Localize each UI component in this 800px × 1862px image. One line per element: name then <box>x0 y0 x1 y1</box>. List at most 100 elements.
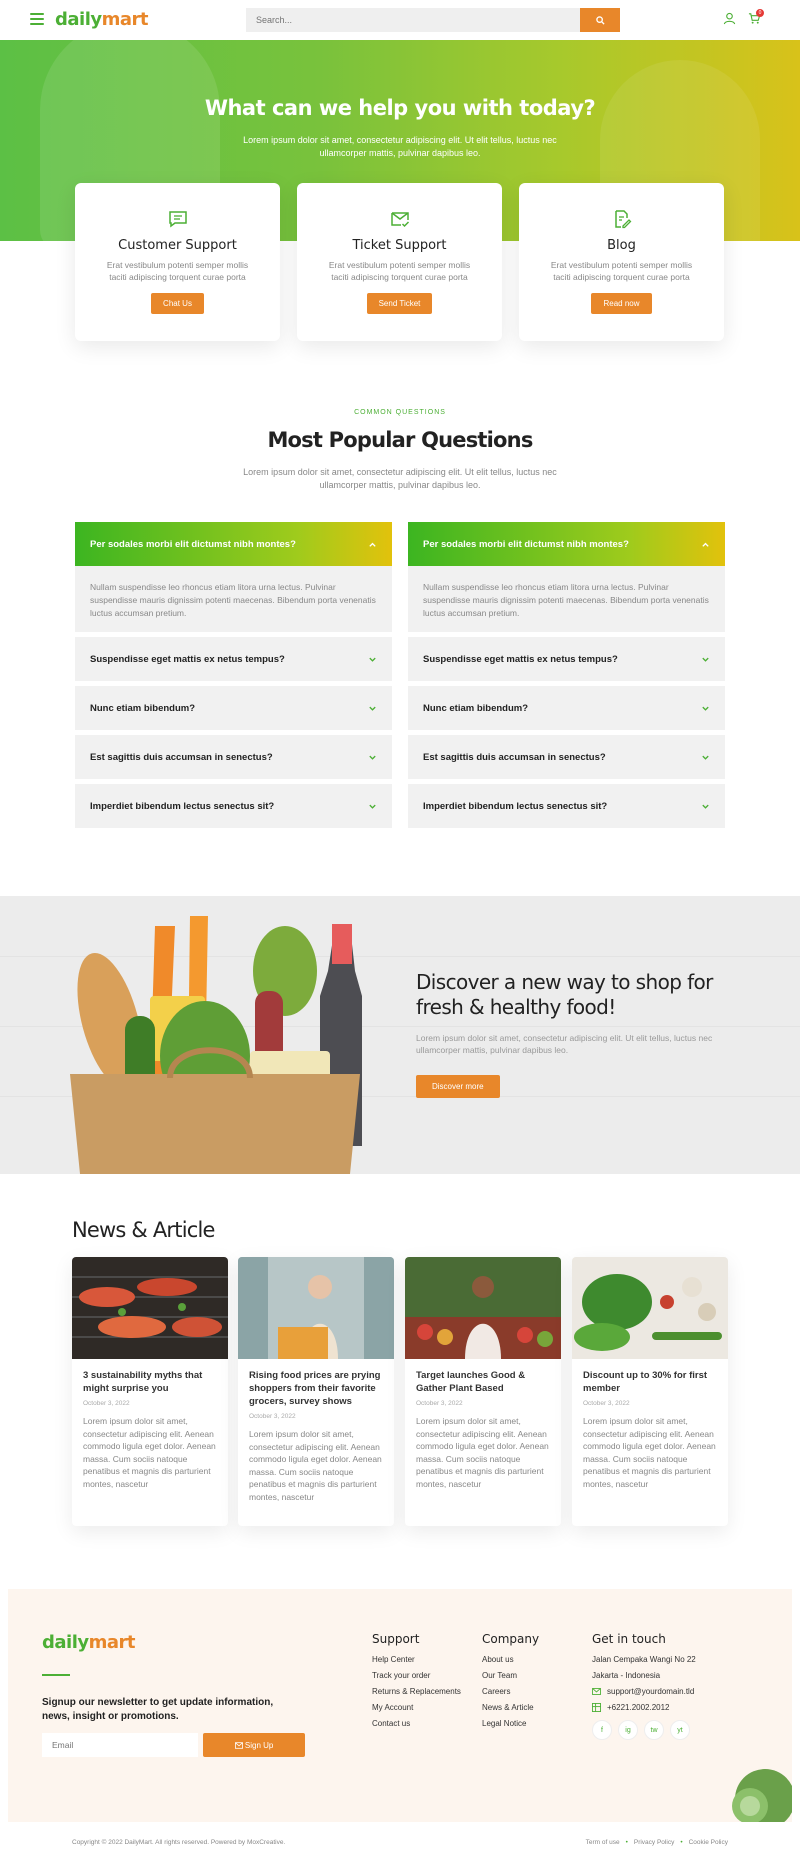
chevron-up-icon <box>702 542 709 547</box>
faq-question[interactable]: Suspendisse eget mattis ex netus tempus? <box>75 637 392 681</box>
service-text: Erat vestibulum potenti semper mollis ta… <box>106 260 249 282</box>
news-section-title: News & Article <box>72 1218 215 1242</box>
faq-question[interactable]: Imperdiet bibendum lectus senectus sit? <box>75 784 392 828</box>
youtube-icon[interactable]: yt <box>670 1720 690 1740</box>
faq-question-text: Est sagittis duis accumsan in senectus? <box>90 751 273 763</box>
faq-eyebrow: COMMON QUESTIONS <box>354 409 446 416</box>
email-field[interactable] <box>42 1733 198 1757</box>
instagram-icon[interactable]: ig <box>618 1720 638 1740</box>
search-button[interactable] <box>580 8 620 32</box>
faq-column-left: Per sodales morbi elit dictumst nibh mon… <box>75 522 392 833</box>
search-bar <box>246 8 620 32</box>
search-input[interactable] <box>246 8 580 32</box>
news-card-title[interactable]: Target launches Good & Gather Plant Base… <box>416 1369 550 1395</box>
facebook-icon[interactable]: f <box>592 1720 612 1740</box>
footer-link[interactable]: News & Article <box>482 1703 539 1712</box>
sign-up-button[interactable]: Sign Up <box>203 1733 305 1757</box>
read-now-button[interactable]: Read now <box>591 293 652 314</box>
faq-subtitle: Lorem ipsum dolor sit amet, consectetur … <box>243 467 557 490</box>
chat-us-button[interactable]: Chat Us <box>151 293 204 314</box>
service-title: Ticket Support <box>352 238 447 253</box>
divider <box>42 1674 70 1676</box>
faq-question[interactable]: Est sagittis duis accumsan in senectus? <box>408 735 725 779</box>
service-title: Customer Support <box>118 238 237 253</box>
document-edit-icon <box>612 209 632 229</box>
news-card-title[interactable]: Rising food prices are prying shoppers f… <box>249 1369 383 1408</box>
faq-question-text: Suspendisse eget mattis ex netus tempus? <box>423 653 618 665</box>
service-card-ticket-support: Ticket Support Erat vestibulum potenti s… <box>297 183 502 341</box>
news-card-title[interactable]: Discount up to 30% for first member <box>583 1369 717 1395</box>
news-card[interactable]: Discount up to 30% for first member Octo… <box>572 1257 728 1526</box>
footer-link[interactable]: Returns & Replacements <box>372 1687 461 1696</box>
search-icon <box>595 15 605 25</box>
mail-check-icon <box>390 209 410 229</box>
chevron-down-icon <box>702 706 709 711</box>
service-text: Erat vestibulum potenti semper mollis ta… <box>550 260 693 282</box>
email-text: support@yourdomain.tld <box>607 1687 695 1696</box>
service-text: Erat vestibulum potenti semper mollis ta… <box>328 260 471 282</box>
bottom-bar: Copyright © 2022 DailyMart. All rights r… <box>0 1836 800 1850</box>
footer-heading: Get in touch <box>592 1632 666 1646</box>
twitter-icon[interactable]: tw <box>644 1720 664 1740</box>
produce-market-image <box>405 1257 561 1359</box>
user-icon[interactable] <box>723 12 737 26</box>
news-card-date: October 3, 2022 <box>249 1413 296 1420</box>
faq-question-open[interactable]: Per sodales morbi elit dictumst nibh mon… <box>408 522 725 566</box>
service-card-customer-support: Customer Support Erat vestibulum potenti… <box>75 183 280 341</box>
faq-question[interactable]: Nunc etiam bibendum? <box>75 686 392 730</box>
footer-link[interactable]: Help Center <box>372 1655 461 1664</box>
cookie-link[interactable]: Cookie Policy <box>689 1839 728 1846</box>
footer-link[interactable]: Contact us <box>372 1719 461 1728</box>
chevron-down-icon <box>369 706 376 711</box>
logo-text-mart: mart <box>88 1632 136 1653</box>
chevron-down-icon <box>702 755 709 760</box>
address-line: Jalan Cempaka Wangi No 22 <box>592 1655 696 1664</box>
discover-more-button[interactable]: Discover more <box>416 1075 500 1098</box>
social-links: f ig tw yt <box>592 1720 696 1740</box>
faq-question-text: Suspendisse eget mattis ex netus tempus? <box>90 653 285 665</box>
faq-question-text: Per sodales morbi elit dictumst nibh mon… <box>423 538 629 550</box>
phone-icon <box>592 1703 601 1712</box>
chevron-down-icon <box>369 804 376 809</box>
faq-question-text: Imperdiet bibendum lectus senectus sit? <box>423 800 608 812</box>
logo-text-daily: daily <box>42 1632 89 1653</box>
news-card-title[interactable]: 3 sustainability myths that might surpri… <box>83 1369 217 1395</box>
news-card[interactable]: Target launches Good & Gather Plant Base… <box>405 1257 561 1526</box>
terms-link[interactable]: Term of use <box>586 1839 620 1846</box>
faq-question-text: Per sodales morbi elit dictumst nibh mon… <box>90 538 296 550</box>
logo[interactable]: dailymart <box>55 9 149 30</box>
faq-question[interactable]: Suspendisse eget mattis ex netus tempus? <box>408 637 725 681</box>
news-card[interactable]: 3 sustainability myths that might surpri… <box>72 1257 228 1526</box>
footer-link[interactable]: Track your order <box>372 1671 461 1680</box>
menu-icon[interactable] <box>30 13 44 25</box>
logo-text-daily: daily <box>55 9 102 30</box>
faq-question-text: Imperdiet bibendum lectus senectus sit? <box>90 800 275 812</box>
faq-question[interactable]: Imperdiet bibendum lectus senectus sit? <box>408 784 725 828</box>
chevron-down-icon <box>702 657 709 662</box>
news-card[interactable]: Rising food prices are prying shoppers f… <box>238 1257 394 1526</box>
cart-count-badge: 0 <box>756 9 764 17</box>
news-card-date: October 3, 2022 <box>583 1400 630 1407</box>
separator: • <box>680 1839 683 1846</box>
contact-email[interactable]: support@yourdomain.tld <box>592 1687 696 1696</box>
news-card-text: Lorem ipsum dolor sit amet, consectetur … <box>83 1416 216 1489</box>
faq-answer: Nullam suspendisse leo rhoncus etiam lit… <box>408 566 725 632</box>
footer-link[interactable]: My Account <box>372 1703 461 1712</box>
grocery-bag-image <box>70 916 362 1174</box>
footer-link[interactable]: Legal Notice <box>482 1719 539 1728</box>
sign-up-label: Sign Up <box>244 1740 274 1750</box>
faq-question-open[interactable]: Per sodales morbi elit dictumst nibh mon… <box>75 522 392 566</box>
footer-logo[interactable]: dailymart <box>42 1632 136 1653</box>
footer-link[interactable]: Careers <box>482 1687 539 1696</box>
send-ticket-button[interactable]: Send Ticket <box>366 293 433 314</box>
faq-question[interactable]: Nunc etiam bibendum? <box>408 686 725 730</box>
cart-icon[interactable]: 0 <box>748 9 764 26</box>
faq-question[interactable]: Est sagittis duis accumsan in senectus? <box>75 735 392 779</box>
footer-link[interactable]: Our Team <box>482 1671 539 1680</box>
footer-contact-column: Get in touch Jalan Cempaka Wangi No 22 J… <box>592 1632 696 1740</box>
site-footer: dailymart Signup our newsletter to get u… <box>8 1589 792 1822</box>
contact-phone[interactable]: +6221.2002.2012 <box>592 1703 696 1712</box>
footer-link[interactable]: About us <box>482 1655 539 1664</box>
privacy-link[interactable]: Privacy Policy <box>634 1839 674 1846</box>
faq-title: Most Popular Questions <box>267 428 533 452</box>
